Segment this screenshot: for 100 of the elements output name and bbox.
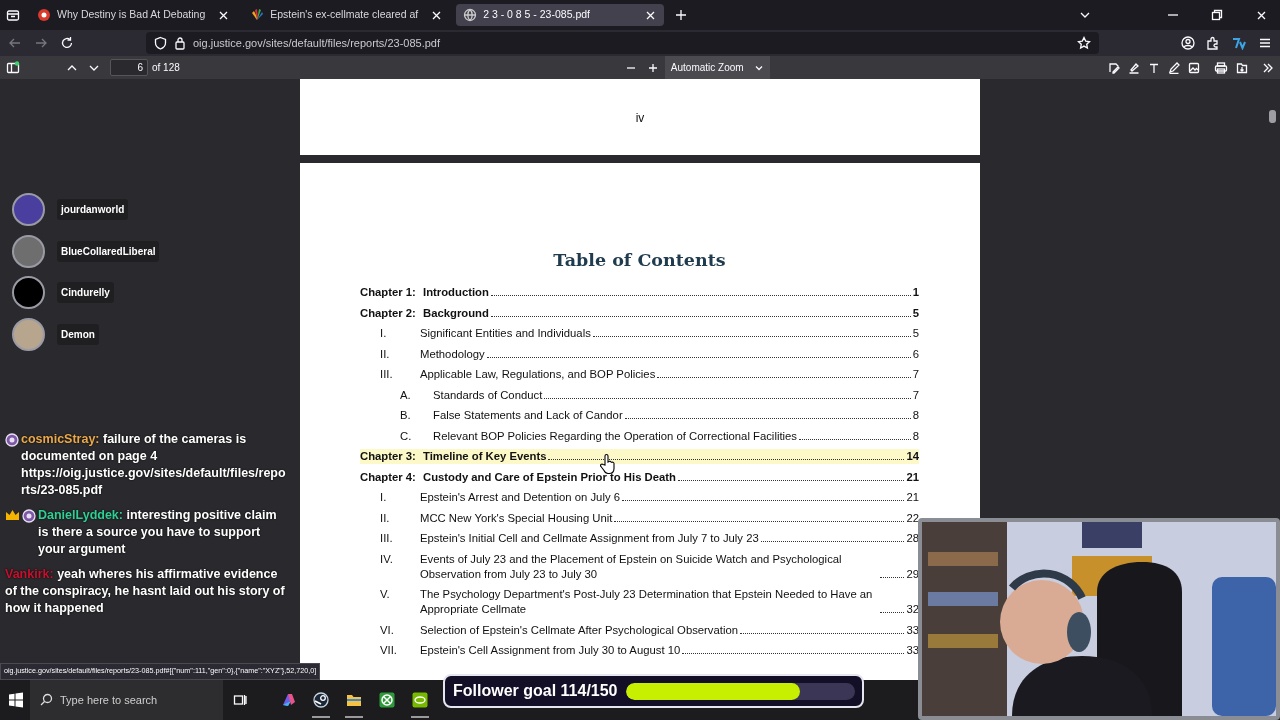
- toc-entry-link[interactable]: Epstein's Initial Cell and Cellmate Assignment from July 7 to July 23: [420, 531, 759, 547]
- image-icon[interactable]: [1188, 61, 1200, 74]
- browser-tab[interactable]: 2 3 - 0 8 5 - 23-085.pdf: [456, 4, 664, 26]
- nvidia-icon[interactable]: [411, 692, 428, 708]
- search-icon: [40, 693, 53, 706]
- browser-tab[interactable]: Epstein's ex-cellmate cleared af: [243, 4, 451, 26]
- toc-page-number: 22: [906, 510, 919, 526]
- toc-number: Chapter 1:: [360, 285, 417, 301]
- toc-page-number: 33: [906, 622, 919, 638]
- toc-entry-link[interactable]: Significant Entities and Individuals: [420, 326, 591, 342]
- toc-number: III.: [380, 367, 394, 383]
- toc-page-number: 14: [906, 449, 919, 465]
- back-icon[interactable]: [8, 36, 22, 50]
- toc-number: III.: [380, 531, 394, 547]
- toc-entry-link[interactable]: Introduction: [423, 285, 489, 301]
- toc-number: II.: [380, 346, 391, 362]
- windows-logo-icon[interactable]: [8, 692, 24, 708]
- taskbar-search-field[interactable]: Type here to search: [30, 680, 223, 720]
- lock-icon[interactable]: [174, 36, 186, 50]
- toc-entry-link[interactable]: Epstein's Arrest and Detention on July 6: [420, 490, 620, 506]
- star-icon[interactable]: [1077, 36, 1091, 50]
- toc-number: V.: [380, 587, 391, 603]
- toc-number: II.: [380, 510, 391, 526]
- chat-message: Vankirk: yeah wheres his affirmative evidence of the conspiracy, he hasnt laid out his story of how it happened: [5, 566, 286, 617]
- toc-entry-link[interactable]: Epstein's Cell Assignment from July 30 to August 10: [420, 643, 681, 659]
- toc-entry-link[interactable]: Background: [423, 305, 489, 321]
- save-icon[interactable]: [1236, 61, 1248, 74]
- toc-number: VII.: [380, 643, 398, 659]
- peacock-icon: [250, 8, 265, 22]
- toc-number: C.: [400, 428, 413, 444]
- toc-entry-link[interactable]: Custody and Care of Epstein Prior to His Death: [423, 469, 676, 485]
- signature-icon[interactable]: [1108, 61, 1120, 74]
- toc-entry-link[interactable]: Methodology: [420, 346, 485, 362]
- steam-icon[interactable]: [312, 692, 329, 708]
- toc-entry-link[interactable]: False Statements and Lack of Candor: [433, 408, 623, 424]
- toc-heading: Table of Contents: [552, 249, 727, 272]
- scrollbar-thumb[interactable]: [1269, 110, 1276, 123]
- toc-number: Chapter 4:: [360, 469, 417, 485]
- toc-page-number: 1: [912, 285, 919, 301]
- leader-line: [880, 612, 905, 614]
- page-number: iv: [635, 110, 645, 127]
- goal-label: Follower goal 114/150: [453, 681, 618, 701]
- toc-page-number: 8: [912, 408, 919, 424]
- toc-page-number: 8: [912, 428, 919, 444]
- address-bar[interactable]: oig.justice.gov/sites/default/files/reports/23-085.pdf: [146, 32, 1099, 54]
- toc-page-number: 21: [906, 490, 919, 506]
- toc-entry-link[interactable]: Standards of Conduct: [433, 387, 543, 403]
- shield-icon[interactable]: [154, 36, 167, 50]
- folder-icon[interactable]: [345, 692, 362, 708]
- double-chevron-icon[interactable]: [1262, 61, 1274, 74]
- toc-page-number: 29: [906, 566, 919, 582]
- toc-entry-link[interactable]: Timeline of Key Events: [423, 449, 547, 465]
- toc-page-number: 5: [912, 326, 919, 342]
- page-number-field[interactable]: 6: [110, 59, 148, 76]
- reload-icon[interactable]: [60, 36, 74, 50]
- toc-number: Chapter 2:: [360, 305, 417, 321]
- text-icon[interactable]: [1148, 61, 1160, 74]
- account-icon[interactable]: [1181, 36, 1195, 50]
- extension-icon[interactable]: [1231, 36, 1247, 50]
- toc-page-number: 21: [906, 469, 919, 485]
- toc-entry-link[interactable]: Relevant BOP Policies Regarding the Operation of Correctional Facilities: [433, 428, 797, 444]
- toc-number: I.: [380, 490, 388, 506]
- toc-entry-link[interactable]: Selection of Epstein's Cellmate After Psychological Observation: [420, 622, 738, 638]
- toc-entry-link[interactable]: Events of July 23 and the Placement of Epstein on Suicide Watch and Psychological Observation from July 23 to July 30: [420, 551, 879, 582]
- toc-page-number: 5: [912, 305, 919, 321]
- toc-entry-link[interactable]: MCC New York's Special Housing Unit: [420, 510, 613, 526]
- toc-page-number: 32: [906, 602, 919, 618]
- username-label: Demon: [57, 323, 99, 345]
- username-label: Cindurelly: [57, 282, 114, 303]
- task-view-icon[interactable]: [233, 693, 247, 707]
- browser-tab[interactable]: Why Destiny is Bad At Debating: [30, 4, 238, 26]
- url-text[interactable]: oig.justice.gov/sites/default/files/reports/23-085.pdf: [193, 34, 441, 52]
- sidebar-toggle-icon[interactable]: [6, 60, 20, 75]
- badge-icon: [5, 433, 19, 447]
- xbox-icon[interactable]: [378, 692, 395, 708]
- print-icon[interactable]: [1214, 61, 1228, 74]
- page-count: of 128: [152, 61, 180, 75]
- toc-entry-link[interactable]: Applicable Law, Regulations, and BOP Policies: [420, 367, 656, 383]
- pen-icon[interactable]: [1168, 61, 1180, 74]
- hand-cursor-icon: [600, 453, 616, 475]
- username-label: BlueCollaredLiberal: [57, 240, 160, 262]
- username-label: jourdanworld: [57, 199, 129, 220]
- plus-icon[interactable]: [646, 61, 659, 74]
- chat-message: cosmicStray: failure of the cameras is documented on page 4 https://oig.justice.gov/sites/default/files/reports/23-085.pdf: [21, 431, 287, 499]
- plus-icon[interactable]: [674, 8, 688, 22]
- toc-number: VI.: [380, 622, 395, 638]
- highlighter-icon[interactable]: [1128, 61, 1140, 74]
- tray-icon[interactable]: [6, 8, 20, 22]
- toc-page-number: 28: [906, 531, 919, 547]
- menu-icon[interactable]: [1258, 36, 1272, 50]
- chat-message: DanielLyddek: interesting positive claim is there a source you have to support your argument: [38, 507, 278, 558]
- toc-number: Chapter 3:: [360, 449, 417, 465]
- zoom-select[interactable]: Automatic Zoom: [664, 56, 770, 79]
- forward-icon[interactable]: [34, 36, 48, 50]
- toc-entry-link[interactable]: The Psychology Department's Post-July 23 Determination that Epstein Needed to Have an Appropriate Cellmate: [420, 587, 879, 618]
- toc-page-number: 7: [912, 387, 919, 403]
- toc-number: B.: [400, 408, 412, 424]
- toc-number: A.: [400, 387, 412, 403]
- restore-icon[interactable]: [1211, 9, 1223, 21]
- puzzle-icon[interactable]: [1206, 36, 1220, 50]
